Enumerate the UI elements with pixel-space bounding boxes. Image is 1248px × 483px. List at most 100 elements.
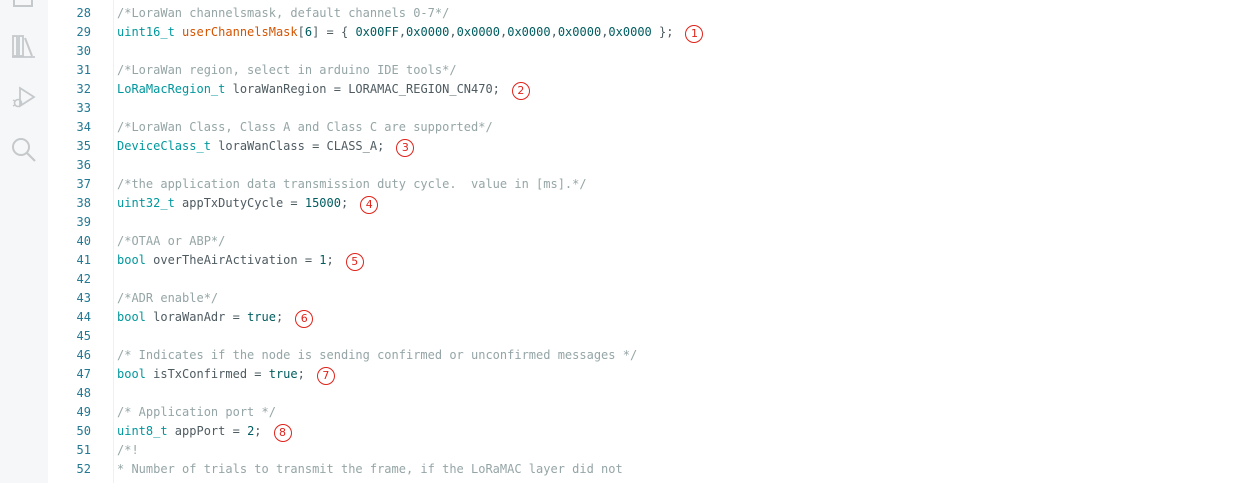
code-line[interactable]: 44 bool loraWanAdr = true; 6 <box>0 308 1248 328</box>
code-line[interactable]: 34 /*LoraWan Class, Class A and Class C a… <box>0 118 1248 137</box>
code-line[interactable]: 28 /*LoraWan channelsmask, default channe… <box>0 4 1248 23</box>
annotation-marker: 1 <box>685 24 704 43</box>
code-token-number: 0x0000 <box>507 25 551 39</box>
code-line[interactable]: 52 * Number of trials to transmit the fra… <box>0 460 1248 479</box>
code-text: /* Application port */ <box>117 403 276 422</box>
code-token-comment: /*! <box>117 443 139 457</box>
code-token-number: true <box>247 310 276 324</box>
code-line[interactable]: 33 <box>0 99 1248 118</box>
code-token-type: uint8_t <box>117 424 168 438</box>
code-token-number: 0x00FF <box>355 25 399 39</box>
code-line[interactable]: 30 <box>0 42 1248 61</box>
line-number: 47 <box>76 367 91 381</box>
code-text: /*! <box>117 441 139 460</box>
code-line[interactable]: 29 uint16_t userChannelsMask[6] = { 0x00F… <box>0 23 1248 43</box>
code-text: /*ADR enable*/ <box>117 289 218 308</box>
code-token-plain: ; <box>275 310 284 324</box>
line-number: 31 <box>76 63 91 77</box>
code-line[interactable]: 41 bool overTheAirActivation = 1; 5 <box>0 251 1248 271</box>
code-token-type: LoRaMacRegion_t <box>117 82 226 96</box>
line-number: 51 <box>76 443 91 457</box>
code-token-plain: isTxConfirmed = <box>145 367 269 381</box>
code-line[interactable]: 43 /*ADR enable*/ <box>0 289 1248 308</box>
line-number: 48 <box>76 386 91 400</box>
code-text: bool isTxConfirmed = true; 7 <box>117 365 335 385</box>
annotation-marker: 5 <box>345 252 364 271</box>
code-line[interactable]: 51 /*! <box>0 441 1248 460</box>
code-text: /*OTAA or ABP*/ <box>117 232 225 251</box>
line-number: 50 <box>76 424 91 438</box>
code-line[interactable]: 49 /* Application port */ <box>0 403 1248 422</box>
code-token-plain: loraWanAdr = <box>145 310 248 324</box>
code-line[interactable]: 35 DeviceClass_t loraWanClass = CLASS_A; 3 <box>0 137 1248 157</box>
code-token-comment: /*the application data transmission duty… <box>117 177 587 191</box>
code-text: bool overTheAirActivation = 1; 5 <box>117 251 364 271</box>
line-number: 37 <box>76 177 91 191</box>
code-token-type: bool <box>117 253 146 267</box>
code-text: * Number of trials to transmit the frame… <box>117 460 623 479</box>
line-number: 28 <box>76 6 91 20</box>
code-line[interactable]: 39 <box>0 213 1248 232</box>
code-line[interactable]: 36 <box>0 156 1248 175</box>
line-number: 35 <box>76 139 91 153</box>
code-line[interactable]: 31 /*LoraWan region, select in arduino ID… <box>0 61 1248 80</box>
code-token-comment: /* Indicates if the node is sending conf… <box>117 348 638 362</box>
code-text: /*LoraWan channelsmask, default channels… <box>117 4 449 23</box>
code-line[interactable]: 38 uint32_t appTxDutyCycle = 15000; 4 <box>0 194 1248 214</box>
code-token-plain: }; <box>651 25 674 39</box>
code-token-plain: appPort = <box>167 424 248 438</box>
code-token-comment: /*LoraWan channelsmask, default channels… <box>117 6 450 20</box>
code-token-comment: * Number of trials to transmit the frame… <box>117 462 623 476</box>
code-token-comment: /*OTAA or ABP*/ <box>117 234 226 248</box>
code-token-plain: overTheAirActivation = <box>145 253 320 267</box>
code-line[interactable]: 42 <box>0 270 1248 289</box>
line-number: 33 <box>76 101 91 115</box>
code-token-plain: , <box>449 25 457 39</box>
code-token-plain: ] = { <box>312 25 356 39</box>
code-text: DeviceClass_t loraWanClass = CLASS_A; 3 <box>117 137 415 157</box>
line-number: 36 <box>76 158 91 172</box>
code-token-number: 15000 <box>304 196 341 210</box>
code-line[interactable]: 37 /*the application data transmission du… <box>0 175 1248 194</box>
code-token-number: 0x0000 <box>557 25 602 39</box>
line-number: 45 <box>76 329 91 343</box>
code-token-plain: ; <box>326 253 334 267</box>
code-line[interactable]: 45 <box>0 327 1248 346</box>
code-token-plain: appTxDutyCycle = <box>174 196 305 210</box>
code-text: /* Indicates if the node is sending conf… <box>117 346 637 365</box>
code-token-plain: ; <box>340 196 349 210</box>
code-text: uint16_t userChannelsMask[6] = { 0x00FF,… <box>117 23 704 43</box>
code-token-plain: , <box>550 25 558 39</box>
annotation-marker: 6 <box>295 309 314 328</box>
code-token-comment: /* Application port */ <box>117 405 276 419</box>
code-text: /*LoraWan region, select in arduino IDE … <box>117 61 457 80</box>
code-token-number: 1 <box>319 253 327 267</box>
code-line[interactable]: 48 <box>0 384 1248 403</box>
code-token-number: 0x0000 <box>456 25 500 39</box>
code-line[interactable]: 40 /*OTAA or ABP*/ <box>0 232 1248 251</box>
code-line[interactable]: 47 bool isTxConfirmed = true; 7 <box>0 365 1248 385</box>
line-number: 29 <box>76 25 91 39</box>
code-token-comment: /*LoraWan region, select in arduino IDE … <box>117 63 457 77</box>
line-number: 40 <box>76 234 91 248</box>
code-line[interactable]: 32 LoRaMacRegion_t loraWanRegion = LORAMA… <box>0 80 1248 100</box>
code-token-number: 0x0000 <box>608 25 652 39</box>
code-token-type: DeviceClass_t <box>117 139 211 153</box>
code-token-number: 0x0000 <box>406 25 450 39</box>
code-token-comment: /*ADR enable*/ <box>117 291 219 305</box>
code-token-type: bool <box>117 367 146 381</box>
line-number: 42 <box>76 272 91 286</box>
code-token-type: bool <box>117 310 146 324</box>
code-line[interactable]: 46 /* Indicates if the node is sending co… <box>0 346 1248 365</box>
code-token-number: 6 <box>304 25 313 39</box>
code-token-plain: ; <box>297 367 305 381</box>
code-text: bool loraWanAdr = true; 6 <box>117 308 314 328</box>
code-line[interactable]: 50 uint8_t appPort = 2; 8 <box>0 422 1248 442</box>
line-number: 43 <box>76 291 91 305</box>
code-token-comment: /*LoraWan Class, Class A and Class C are… <box>117 120 493 134</box>
code-token-plain: [ <box>297 25 305 39</box>
code-editor[interactable]: 28 /*LoraWan channelsmask, default channe… <box>0 4 1248 479</box>
code-token-type: uint32_t <box>117 196 175 210</box>
annotation-marker: 3 <box>396 138 415 157</box>
